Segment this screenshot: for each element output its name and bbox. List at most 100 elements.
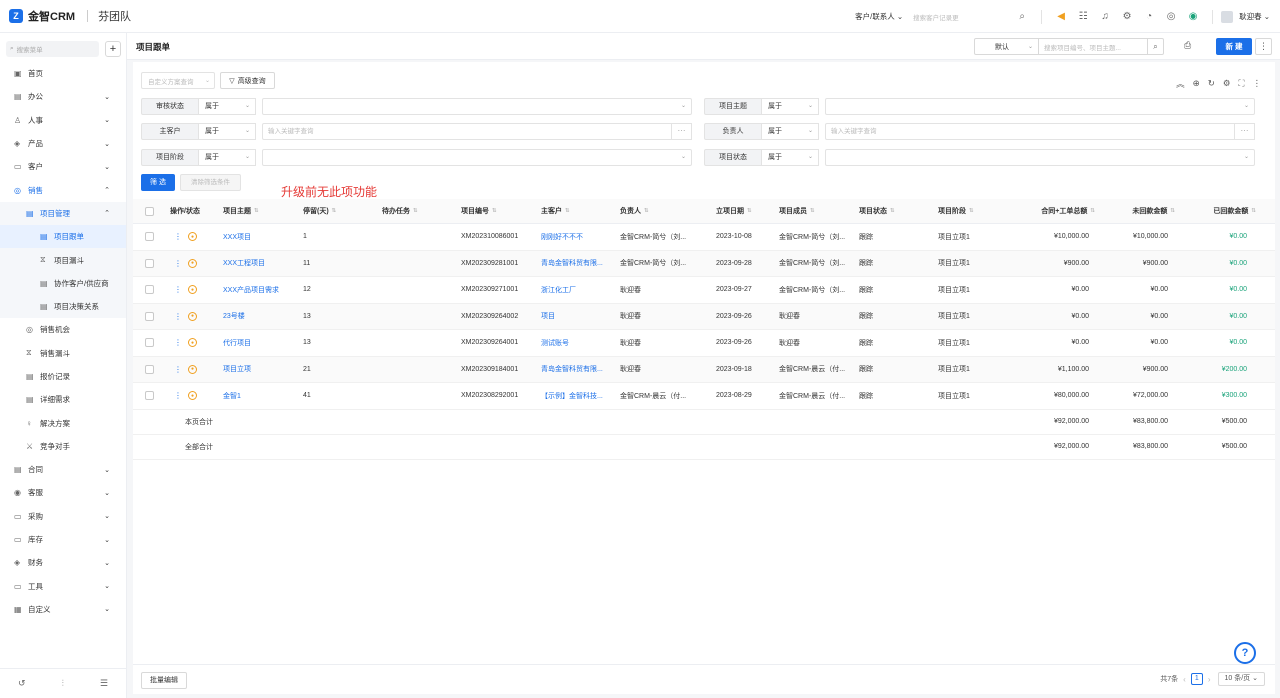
record-search-input[interactable]: 搜索项目编号、项目主题... [1038, 38, 1148, 55]
status-circle-icon[interactable]: ● [188, 311, 197, 321]
column-header[interactable]: 负责人 ⇅ [620, 199, 649, 223]
more-dots-icon[interactable]: ··· [672, 123, 692, 140]
table-row[interactable]: ⋮ ● 项目立项 21 XM202309184001 青岛金智科贸有限... 耿迎春 2023… [133, 356, 1275, 383]
filter-value-select[interactable]: ⌄ [825, 149, 1255, 166]
settings-icon[interactable]: ⚙ [1116, 6, 1138, 28]
column-header[interactable]: 已回款金额 ⇅ [1173, 199, 1256, 223]
customer-link[interactable]: 刚刚好不不不 [541, 224, 616, 250]
column-header[interactable]: 主客户 ⇅ [541, 199, 570, 223]
user-menu[interactable]: 耿迎春 ⌄ [1221, 10, 1270, 23]
customer-link[interactable]: 测试账号 [541, 330, 616, 356]
page-size-select[interactable]: 10 条/页 ⌄ [1217, 672, 1265, 686]
app-logo[interactable]: Z 金智CRM [9, 8, 75, 24]
sidebar-item-contract[interactable]: ▤ 合同 ⌄ [0, 458, 126, 481]
column-header[interactable]: 未回款金额 ⇅ [1093, 199, 1175, 223]
row-checkbox[interactable] [145, 364, 154, 374]
refresh-icon[interactable]: ↻ [1208, 78, 1215, 90]
sidebar-item-competitors[interactable]: ⚔ 竞争对手 [0, 435, 126, 458]
more-vertical-icon[interactable]: ⋮ [1253, 78, 1262, 90]
row-menu-icon[interactable]: ⋮ [174, 312, 182, 321]
sidebar-item-customer[interactable]: ▭ 客户 ⌄ [0, 155, 126, 178]
collapse-menu-icon[interactable]: ☰ [100, 678, 108, 689]
notification-badge-icon[interactable]: ◉ [1182, 6, 1204, 28]
sidebar-item-product[interactable]: ◈ 产品 ⌄ [0, 132, 126, 155]
sidebar-item-tools[interactable]: ▭ 工具 ⌄ [0, 575, 126, 598]
row-menu-icon[interactable]: ⋮ [174, 285, 182, 294]
print-icon[interactable]: ⎙ [1184, 40, 1191, 51]
row-menu-icon[interactable]: ⋮ [174, 259, 182, 268]
sidebar-item-project-mgmt[interactable]: ▤ 项目管理 ⌃ [0, 201, 126, 226]
search-icon[interactable]: ⌕ [1147, 38, 1164, 55]
sidebar-item-office[interactable]: ▤ 办公 ⌄ [0, 85, 126, 108]
clock-icon[interactable]: ◔ [1138, 6, 1160, 28]
row-checkbox[interactable] [145, 232, 154, 242]
collapse-icon[interactable]: ︽ [1176, 78, 1185, 90]
sidebar-item-finance[interactable]: ◈ 财务 ⌄ [0, 551, 126, 574]
sidebar-item-opportunity[interactable]: ◎ 销售机会 [0, 318, 126, 341]
more-dots-icon[interactable]: ··· [1235, 123, 1255, 140]
filter-operator-select[interactable]: 属于 ⌄ [199, 98, 256, 115]
row-checkbox[interactable] [145, 338, 154, 348]
search-scope-select[interactable]: 客户/联系人 ⌄ [855, 11, 903, 22]
column-header[interactable]: 项目编号 ⇅ [461, 199, 497, 223]
more-options-icon[interactable]: ⋮ [1255, 38, 1272, 55]
sidebar-item-project-tracking[interactable]: ▤ 项目跟单 [0, 225, 126, 249]
target-icon[interactable]: ◎ [1160, 6, 1182, 28]
table-row[interactable]: ⋮ ● XXX工程项目 11 XM202309281001 青岛金智科贸有限... 金智CR… [133, 250, 1275, 277]
sliders-icon[interactable]: ⫶ [62, 678, 64, 689]
column-header[interactable]: 合同+工单总额 ⇅ [1003, 199, 1095, 223]
add-menu-button[interactable]: + [105, 41, 121, 57]
history-icon[interactable]: ↺ [18, 678, 26, 689]
row-menu-icon[interactable]: ⋮ [174, 338, 182, 347]
custom-scheme-select[interactable]: 自定义方案查询 ⌄ [141, 72, 215, 89]
column-header[interactable]: 项目主题 ⇅ [223, 199, 259, 223]
customer-link[interactable]: 【示例】金智科技... [541, 383, 616, 409]
menu-search-input[interactable]: ⌕ 搜索菜单 [6, 41, 99, 57]
sidebar-item-project-funnel[interactable]: ⧖ 项目漏斗 [0, 248, 126, 272]
project-subject-link[interactable]: XXX产品项目需求 [223, 277, 279, 303]
sidebar-item-solutions[interactable]: ♀ 解决方案 [0, 411, 126, 434]
project-subject-link[interactable]: 金智1 [223, 383, 241, 409]
column-header[interactable]: 立项日期 ⇅ [716, 199, 752, 223]
row-checkbox[interactable] [145, 391, 154, 401]
status-circle-icon[interactable]: ● [188, 364, 197, 374]
select-all-checkbox[interactable] [145, 206, 154, 216]
project-subject-link[interactable]: 23号楼 [223, 304, 245, 330]
sidebar-item-inventory[interactable]: ▭ 库存 ⌄ [0, 528, 126, 551]
column-header[interactable]: 项目状态 ⇅ [859, 199, 895, 223]
sidebar-item-hr[interactable]: ♙ 人事 ⌄ [0, 109, 126, 132]
filter-value-select[interactable]: ⌄ [825, 98, 1255, 115]
sidebar-item-home[interactable]: ▣ 首页 [0, 62, 126, 85]
sidebar-item-custom[interactable]: ▦ 自定义 ⌄ [0, 598, 126, 621]
project-subject-link[interactable]: XXX工程项目 [223, 251, 265, 277]
sidebar-item-sales-funnel[interactable]: ⧖ 销售漏斗 [0, 342, 126, 365]
column-header[interactable]: 项目成员 ⇅ [779, 199, 815, 223]
table-row[interactable]: ⋮ ● XXX产品项目需求 12 XM202309271001 浙江化工厂 耿迎春 2023-… [133, 277, 1275, 304]
sidebar-item-quotes[interactable]: ▤ 报价记录 [0, 365, 126, 388]
filter-operator-select[interactable]: 属于 ⌄ [762, 123, 819, 140]
sidebar-item-decision[interactable]: ▤ 项目决策关系 [0, 294, 126, 319]
project-subject-link[interactable]: 项目立项 [223, 357, 251, 383]
fullscreen-icon[interactable]: ⛶ [1239, 78, 1245, 90]
row-menu-icon[interactable]: ⋮ [174, 365, 182, 374]
row-menu-icon[interactable]: ⋮ [174, 232, 182, 241]
customer-link[interactable]: 青岛金智科贸有限... [541, 357, 616, 383]
contacts-icon[interactable]: ☷ [1072, 6, 1094, 28]
column-header[interactable]: 项目阶段 ⇅ [938, 199, 974, 223]
new-button[interactable]: 新 建 [1216, 38, 1252, 55]
table-row[interactable]: ⋮ ● XXX项目 1 XM202310086001 刚刚好不不不 金智CRM-简兮（刘..… [133, 224, 1275, 251]
sidebar-item-sales[interactable]: ◎ 销售 ⌃ [0, 178, 126, 201]
customer-link[interactable]: 项目 [541, 304, 616, 330]
sidebar-item-purchase[interactable]: ▭ 采购 ⌄ [0, 505, 126, 528]
table-row[interactable]: ⋮ ● 金智1 41 XM202308292001 【示例】金智科技... 金智CRM-晨云… [133, 383, 1275, 410]
help-button[interactable]: ? [1234, 642, 1256, 664]
sidebar-item-requirements[interactable]: ▤ 详细需求 [0, 388, 126, 411]
row-checkbox[interactable] [145, 258, 154, 268]
status-circle-icon[interactable]: ● [188, 391, 197, 401]
status-circle-icon[interactable]: ● [188, 258, 197, 268]
filter-operator-select[interactable]: 属于 ⌄ [199, 149, 256, 166]
team-name[interactable]: 芬团队 [98, 8, 131, 24]
column-header[interactable]: 停留(天) ⇅ [303, 199, 336, 223]
filter-value-select[interactable]: ⌄ [262, 98, 692, 115]
filter-operator-select[interactable]: 属于 ⌄ [762, 149, 819, 166]
